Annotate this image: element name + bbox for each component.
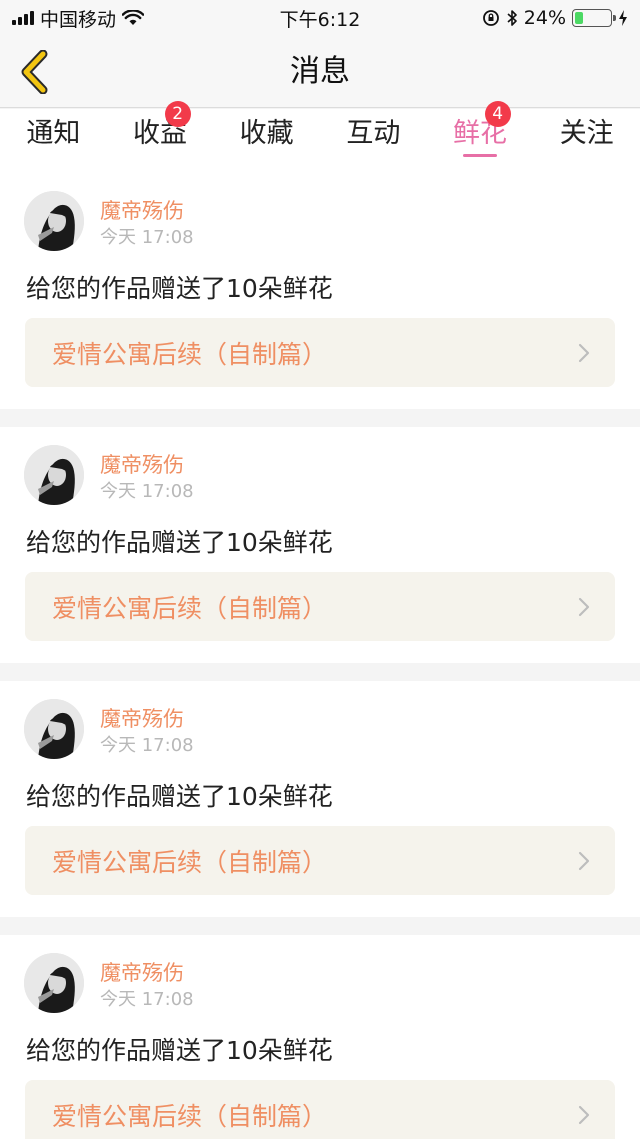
chevron-right-icon <box>578 343 590 362</box>
active-tab-indicator <box>463 154 498 157</box>
sender-name[interactable]: 魔帝殇伤 <box>100 195 184 225</box>
work-link[interactable]: 爱情公寓后续（自制篇） <box>25 1080 615 1139</box>
avatar[interactable] <box>24 445 84 505</box>
work-link[interactable]: 爱情公寓后续（自制篇） <box>25 318 615 387</box>
work-link[interactable]: 爱情公寓后续（自制篇） <box>25 572 615 641</box>
status-left: 中国移动 <box>12 5 145 32</box>
message-text: 给您的作品赠送了10朵鲜花 <box>26 274 333 303</box>
message-text: 给您的作品赠送了10朵鲜花 <box>26 782 333 811</box>
nav-bar: 消息 <box>0 36 640 108</box>
work-title: 爱情公寓后续（自制篇） <box>52 593 328 623</box>
work-title: 爱情公寓后续（自制篇） <box>52 1101 328 1131</box>
wifi-icon <box>122 10 145 25</box>
bluetooth-icon <box>507 10 517 26</box>
tab-notifications[interactable]: 通知 <box>0 109 107 173</box>
chevron-right-icon <box>578 1105 590 1124</box>
sender-name[interactable]: 魔帝殇伤 <box>100 957 184 987</box>
tab-interactions[interactable]: 互动 <box>320 109 427 173</box>
avatar[interactable] <box>24 953 84 1013</box>
flowers-badge: 4 <box>484 101 511 127</box>
work-title: 爱情公寓后续（自制篇） <box>52 339 328 369</box>
status-right: 24% <box>482 7 628 29</box>
tab-bar: 通知 收益 2 收藏 互动 鲜花 4 关注 <box>0 101 640 173</box>
tab-following[interactable]: 关注 <box>533 109 640 173</box>
battery-level <box>575 12 584 24</box>
tab-label: 通知 <box>26 118 81 149</box>
sender-name[interactable]: 魔帝殇伤 <box>100 449 184 479</box>
tab-flowers[interactable]: 鲜花 4 <box>427 101 534 173</box>
avatar[interactable] <box>24 191 84 251</box>
signal-icon <box>12 11 34 25</box>
page-title: 消息 <box>290 54 350 89</box>
tab-label: 关注 <box>559 118 614 149</box>
battery-icon <box>572 9 616 27</box>
message-card: 魔帝殇伤 今天 17:08 给您的作品赠送了10朵鲜花 爱情公寓后续（自制篇） <box>0 681 640 917</box>
message-text: 给您的作品赠送了10朵鲜花 <box>26 528 333 557</box>
tab-favorites[interactable]: 收藏 <box>213 109 320 173</box>
earnings-badge: 2 <box>164 101 191 127</box>
work-link[interactable]: 爱情公寓后续（自制篇） <box>25 826 615 895</box>
sender-name[interactable]: 魔帝殇伤 <box>100 703 184 733</box>
message-card: 魔帝殇伤 今天 17:08 给您的作品赠送了10朵鲜花 爱情公寓后续（自制篇） <box>0 427 640 663</box>
message-time: 今天 17:08 <box>100 481 194 502</box>
status-bar: 中国移动 下午6:12 24% <box>0 0 640 36</box>
message-time: 今天 17:08 <box>100 227 194 248</box>
tab-label: 互动 <box>346 118 401 149</box>
carrier-label: 中国移动 <box>40 8 117 31</box>
message-time: 今天 17:08 <box>100 989 194 1010</box>
message-text: 给您的作品赠送了10朵鲜花 <box>26 1036 333 1065</box>
tab-label: 收藏 <box>239 118 294 149</box>
message-time: 今天 17:08 <box>100 735 194 756</box>
battery-percent: 24% <box>523 7 566 29</box>
chevron-right-icon <box>578 597 590 616</box>
avatar[interactable] <box>24 699 84 759</box>
charging-icon <box>619 10 627 26</box>
chevron-right-icon <box>578 851 590 870</box>
orientation-lock-icon <box>482 10 499 26</box>
work-title: 爱情公寓后续（自制篇） <box>52 847 328 877</box>
tab-earnings[interactable]: 收益 2 <box>107 101 214 173</box>
message-list: 魔帝殇伤 今天 17:08 给您的作品赠送了10朵鲜花 爱情公寓后续（自制篇） … <box>0 173 640 1139</box>
message-card: 魔帝殇伤 今天 17:08 给您的作品赠送了10朵鲜花 爱情公寓后续（自制篇） <box>0 173 640 409</box>
message-card: 魔帝殇伤 今天 17:08 给您的作品赠送了10朵鲜花 爱情公寓后续（自制篇） <box>0 935 640 1139</box>
